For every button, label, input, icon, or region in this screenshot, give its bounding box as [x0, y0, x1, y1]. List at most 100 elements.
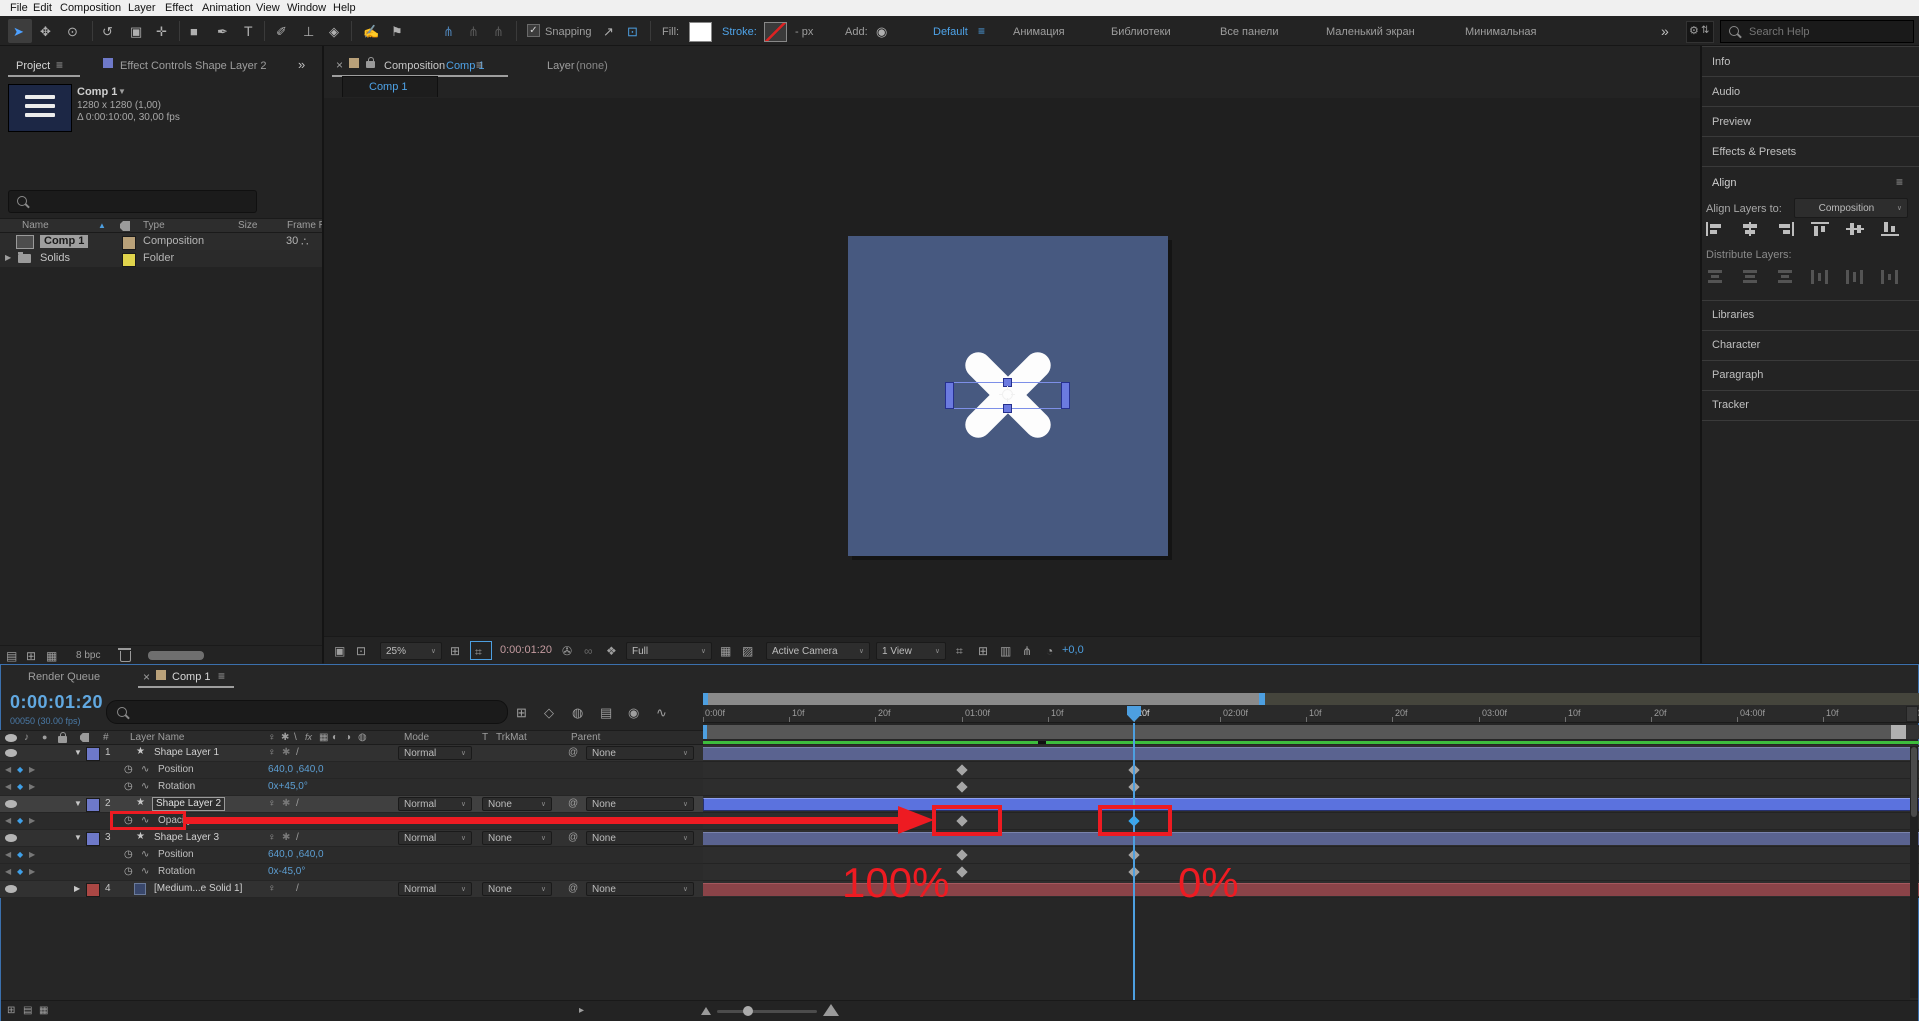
usage-tree-icon[interactable]: ∴	[301, 236, 309, 248]
project-panel-menu-icon[interactable]: ≡	[56, 59, 63, 71]
layer-name[interactable]: Shape Layer 1	[154, 747, 219, 759]
next-keyframe-icon[interactable]: ▶	[29, 817, 35, 825]
menu-effect[interactable]: Effect	[165, 2, 193, 15]
label-swatch[interactable]	[122, 236, 136, 250]
tab-effect-controls[interactable]: Effect Controls Shape Layer 2	[120, 60, 267, 73]
layer-name-editing[interactable]: Shape Layer 2	[152, 797, 225, 811]
workspace-overflow-icon[interactable]: »	[1661, 24, 1669, 38]
stroke-label[interactable]: Stroke:	[722, 26, 757, 39]
graph-icon[interactable]: ∿	[141, 867, 149, 877]
sort-ascending-icon[interactable]: ▲	[98, 222, 106, 230]
tab-render-queue[interactable]: Render Queue	[28, 671, 100, 684]
keyframe-diamond[interactable]	[956, 866, 967, 877]
anchor-switch-icon[interactable]: ♀	[268, 833, 276, 843]
timeline-button-icon[interactable]: ▥	[1000, 645, 1011, 657]
layer-duration-bar[interactable]	[703, 747, 1919, 760]
show-snapshot-icon[interactable]: ∞	[584, 645, 593, 657]
expand-icon[interactable]: ▼	[74, 749, 82, 757]
property-value[interactable]: 640,0 ,640,0	[268, 849, 324, 861]
distribute-vcenter-button[interactable]	[1741, 270, 1759, 284]
project-row-comp1[interactable]: Comp 1 Composition 30 ∴	[0, 233, 322, 250]
puppet-pin-tool-icon[interactable]: ⚑	[391, 25, 403, 38]
selection-handle-right[interactable]	[1061, 382, 1070, 409]
parent-pickwhip-icon[interactable]: @	[568, 884, 578, 894]
workspace-libraries[interactable]: Библиотеки	[1111, 26, 1171, 39]
expand-inout-icon[interactable]: ▦	[39, 1006, 48, 1016]
label-column-icon[interactable]	[120, 221, 130, 231]
eye-icon[interactable]	[5, 749, 17, 757]
effects-switch-icon[interactable]: ✱	[282, 799, 290, 809]
keyframe-diamond[interactable]	[956, 781, 967, 792]
distribute-left-button[interactable]	[1811, 270, 1829, 284]
type-tool-icon[interactable]: T	[244, 24, 253, 38]
zoom-out-icon[interactable]	[701, 1007, 711, 1015]
camera-tool-icon[interactable]: ▣	[130, 25, 142, 38]
eye-icon[interactable]	[5, 834, 17, 842]
menu-edit[interactable]: Edit	[33, 2, 52, 15]
project-search-input[interactable]	[35, 192, 249, 211]
keyframe-toggle-icon[interactable]: ◆	[17, 766, 23, 774]
workspace-default[interactable]: Default	[933, 26, 968, 39]
pixel-aspect-icon[interactable]: ⌗	[956, 645, 963, 657]
menu-file[interactable]: File	[10, 2, 28, 15]
graph-icon[interactable]: ∿	[141, 782, 149, 792]
column-type[interactable]: Type	[143, 220, 165, 232]
help-search-box[interactable]	[1720, 20, 1914, 43]
panel-preview[interactable]: Preview	[1712, 116, 1751, 129]
distribute-right-button[interactable]	[1881, 270, 1899, 284]
property-row-position[interactable]: ◀ ◆ ▶ ◷ ∿ Position 640,0 ,640,0	[0, 762, 703, 779]
blend-mode-dropdown[interactable]: Normal∨	[398, 831, 472, 845]
roto-brush-tool-icon[interactable]: ✍	[363, 25, 379, 38]
new-folder-icon[interactable]: ⊞	[26, 650, 36, 662]
trkmat-column-header[interactable]: TrkMat	[496, 732, 527, 744]
anchor-point[interactable]	[1002, 389, 1013, 400]
close-tab-icon[interactable]: ×	[143, 671, 150, 683]
anchor-switch-icon[interactable]: ♀	[268, 884, 276, 894]
help-search-input[interactable]	[1747, 22, 1911, 41]
main-monitor-icon[interactable]: ⊡	[356, 645, 366, 657]
next-keyframe-icon[interactable]: ▶	[29, 766, 35, 774]
channels-icon[interactable]: ❖	[606, 645, 617, 657]
stamp-tool-icon[interactable]: ⊥	[303, 25, 314, 38]
prev-keyframe-icon[interactable]: ◀	[5, 868, 11, 876]
comp-name-caret-icon[interactable]: ▼	[118, 88, 126, 96]
layer-name[interactable]: [Medium...e Solid 1]	[154, 883, 242, 895]
snap-line-icon[interactable]: ↗	[603, 25, 614, 38]
playhead-line[interactable]	[1133, 723, 1135, 1000]
add-shape-icon[interactable]: ◉	[876, 25, 887, 38]
snap-frame-icon[interactable]: ⊡	[627, 25, 638, 38]
quality-switch-icon[interactable]: /	[296, 884, 299, 894]
kf-row-position1[interactable]	[703, 762, 1919, 779]
property-value[interactable]: 0x-45,0°	[268, 866, 305, 878]
scrollbar-thumb[interactable]	[1911, 747, 1917, 817]
kf-row-shape3[interactable]	[703, 830, 1919, 847]
parent-dropdown[interactable]: None∨	[586, 746, 694, 760]
expand-icon[interactable]: ▼	[74, 834, 82, 842]
resolution-dropdown[interactable]: Full∨	[626, 642, 712, 660]
work-area-start-handle[interactable]	[703, 725, 707, 739]
viewport[interactable]	[324, 98, 1700, 636]
stroke-swatch[interactable]	[764, 22, 787, 42]
timeline-panel-menu-icon[interactable]: ≡	[218, 670, 225, 682]
keyframe-toggle-icon[interactable]: ◆	[17, 868, 23, 876]
camera-dropdown[interactable]: Active Camera∨	[766, 642, 870, 660]
graph-editor-icon[interactable]: ∿	[656, 706, 667, 719]
mode-column-header[interactable]: Mode	[404, 732, 429, 744]
blend-mode-dropdown[interactable]: Normal∨	[398, 882, 472, 896]
next-keyframe-icon[interactable]: ▶	[29, 851, 35, 859]
prev-keyframe-icon[interactable]: ◀	[5, 817, 11, 825]
layer-row-solid[interactable]: ▶ 4 [Medium...e Solid 1] ♀ / Normal∨ Non…	[0, 881, 703, 898]
keyframe-diamond[interactable]	[956, 764, 967, 775]
align-left-button[interactable]	[1706, 222, 1724, 236]
exposure-value[interactable]: +0,0	[1062, 644, 1084, 657]
panel-audio[interactable]: Audio	[1712, 86, 1740, 99]
layer-duration-bar-selected[interactable]	[703, 798, 1919, 811]
frame-blending-icon[interactable]: ▤	[600, 706, 612, 719]
pan-behind-tool-icon[interactable]: ✛	[156, 25, 167, 38]
viewer-timecode[interactable]: 0:00:01:20	[500, 644, 552, 657]
effects-switch-icon[interactable]: ✱	[282, 833, 290, 843]
zoom-tool-icon[interactable]: ⊙	[67, 25, 78, 38]
layer-color-swatch[interactable]	[86, 747, 100, 761]
pen-tool-icon[interactable]: ✒	[217, 25, 228, 38]
parent-column-header[interactable]: Parent	[571, 732, 600, 744]
